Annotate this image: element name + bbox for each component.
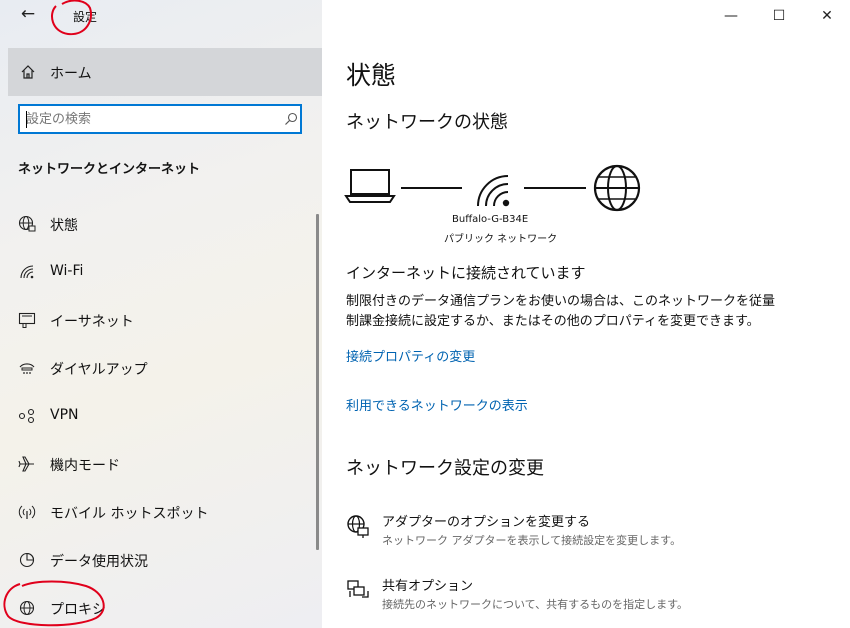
hotspot-icon [18,505,36,519]
sidebar-item-label: ダイヤルアップ [50,362,148,378]
back-arrow-icon[interactable]: ← [18,4,38,24]
red-circle-annotation [51,0,92,36]
text-caret [26,111,27,128]
minimize-button[interactable]: — [720,6,742,26]
sidebar-item-label: データ使用状況 [50,554,148,570]
close-button[interactable]: ✕ [816,6,838,26]
sidebar-item-ethernet[interactable]: イーサネット [8,298,308,342]
change-settings-heading: ネットワーク設定の変更 [346,458,544,479]
maximize-button[interactable]: ☐ [768,6,790,26]
option-title[interactable]: アダプターのオプションを変更する [382,511,590,530]
adapter-icon [347,515,369,538]
sidebar-item-wifi[interactable]: Wi-Fi [8,250,308,294]
sidebar-item-dialup[interactable]: ダイヤルアップ [8,346,308,390]
sidebar-item-hotspot[interactable]: モバイル ホットスポット [8,490,308,534]
search-box[interactable] [18,104,302,134]
ethernet-icon [18,312,36,328]
network-ssid: Buffalo-G-B34E [452,214,529,225]
sidebar-item-label: イーサネット [50,314,134,330]
sidebar-scrollbar[interactable] [316,214,319,550]
option-description: ネットワーク アダプターを表示して接続設定を変更します。 [382,534,682,547]
laptop-icon [344,169,396,203]
option-description: 接続先のネットワークについて、共有するものを指定します。 [382,598,689,611]
sidebar-item-status[interactable]: 状態 [8,202,308,246]
airplane-icon [18,456,34,472]
connection-status-heading: インターネットに接続されています [346,264,586,282]
sidebar-item-label: 機内モード [50,458,120,474]
sidebar-item-airplane[interactable]: 機内モード [8,442,308,486]
sidebar-item-data-usage[interactable]: データ使用状況 [8,538,308,582]
sidebar-item-label: モバイル ホットスポット [50,506,209,522]
wifi-signal-icon [477,175,510,207]
vpn-icon [18,408,35,424]
sidebar-item-label: VPN [50,407,79,423]
search-icon[interactable] [284,112,298,126]
sidebar: ← 設定 ホーム ネットワークとインターネット 状態 [0,0,322,628]
home-icon [21,65,35,79]
page-title: 状態 [346,61,397,90]
window-controls: — ☐ ✕ [720,0,850,32]
available-networks-link[interactable]: 利用できるネットワークの表示 [346,395,528,414]
sidebar-item-home[interactable]: ホーム [8,48,322,96]
connection-properties-link[interactable]: 接続プロパティの変更 [346,346,475,365]
network-status-heading: ネットワークの状態 [346,112,508,133]
sidebar-item-label: ホーム [50,66,92,82]
search-input[interactable] [26,110,266,128]
sidebar-item-vpn[interactable]: VPN [8,394,308,438]
description-line: 制限付きのデータ通信プランをお使いの場合は、このネットワークを従量 [346,294,776,309]
sidebar-item-label: 状態 [50,218,78,234]
wifi-icon [20,265,34,279]
sidebar-item-label: Wi-Fi [50,263,84,279]
sharing-icon [347,580,369,598]
globe-status-icon [18,215,36,232]
section-heading: ネットワークとインターネット [18,162,201,177]
data-usage-icon [19,552,35,568]
internet-globe-icon [593,164,641,212]
red-circle-annotation [3,580,105,627]
description-line: 制課金接続に設定するか、またはその他のプロパティを変更できます。 [346,314,760,329]
dialup-icon [19,363,35,374]
network-type: パブリック ネットワーク [444,234,558,245]
option-title[interactable]: 共有オプション [382,575,473,594]
